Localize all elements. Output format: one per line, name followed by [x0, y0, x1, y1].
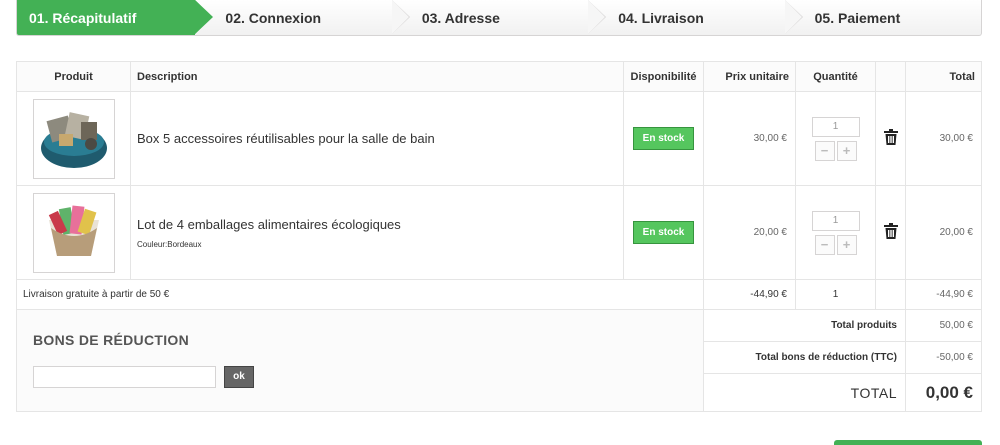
unit-price: 30,00 € — [703, 91, 796, 186]
shipping-quantity: 1 — [795, 279, 876, 310]
minus-icon[interactable]: − — [814, 140, 835, 161]
step-summary[interactable]: 01. Récapitulatif — [17, 0, 214, 35]
plus-icon[interactable]: + — [836, 234, 857, 255]
total-products-value: 50,00 € — [905, 309, 982, 342]
trash-icon[interactable] — [883, 129, 898, 148]
step-address[interactable]: 03. Adresse — [392, 0, 607, 35]
header-availability: Disponibilité — [623, 61, 704, 92]
step-login[interactable]: 02. Connexion — [195, 0, 410, 35]
stock-badge: En stock — [632, 127, 695, 150]
header-product: Produit — [16, 61, 131, 92]
quantity-input[interactable]: 1 — [811, 116, 860, 137]
table-row: Lot de 4 emballages alimentaires écologi… — [16, 185, 982, 280]
header-quantity: Quantité — [795, 61, 876, 92]
step-payment[interactable]: 05. Paiement — [785, 0, 981, 35]
step-label: 04. Livraison — [618, 9, 704, 26]
step-arrow — [391, 0, 409, 34]
step-label: 02. Connexion — [225, 9, 322, 26]
product-attribute: Couleur:Bordeaux — [137, 239, 202, 249]
checkout-steps: 01. Récapitulatif 02. Connexion 03. Adre… — [16, 0, 982, 36]
shipping-row: Livraison gratuite à partir de 50 € -44,… — [16, 279, 982, 310]
quantity-input[interactable]: 1 — [811, 210, 860, 231]
shipping-total: -44,90 € — [905, 279, 982, 310]
table-header: Produit Description Disponibilité Prix u… — [16, 61, 982, 92]
header-delete — [875, 61, 906, 92]
unit-price: 20,00 € — [703, 185, 796, 280]
product-name[interactable]: Box 5 accessoires réutilisables pour la … — [137, 131, 623, 146]
shipping-price: -44,90 € — [703, 279, 796, 310]
summary-row: Bons de réduction ok Total produits 50,0… — [16, 309, 982, 412]
step-arrow — [195, 0, 213, 34]
proceed-button[interactable] — [834, 440, 982, 445]
shipping-label: Livraison gratuite à partir de 50 € — [16, 279, 704, 310]
voucher-form: ok — [33, 366, 687, 388]
grand-total-value: 0,00 € — [905, 373, 982, 412]
step-label: 01. Récapitulatif — [29, 9, 137, 26]
stock-badge: En stock — [632, 221, 695, 244]
voucher-code-input[interactable] — [33, 366, 216, 388]
header-total: Total — [905, 61, 982, 92]
table-row: Box 5 accessoires réutilisables pour la … — [16, 91, 982, 186]
header-unit-price: Prix unitaire — [703, 61, 796, 92]
header-description: Description — [130, 61, 624, 92]
product-name[interactable]: Lot de 4 emballages alimentaires écologi… — [137, 217, 623, 232]
line-total: 30,00 € — [905, 91, 982, 186]
product-image-bathroom-box[interactable] — [32, 98, 115, 179]
voucher-submit-button[interactable]: ok — [224, 366, 254, 388]
step-arrow — [784, 0, 802, 34]
cart-table: Produit Description Disponibilité Prix u… — [16, 61, 982, 412]
voucher-block: Bons de réduction ok — [16, 309, 704, 412]
product-image-food-wraps[interactable] — [32, 192, 115, 273]
grand-total-label: TOTAL — [703, 373, 906, 412]
trash-icon[interactable] — [883, 223, 898, 242]
total-products-label: Total produits — [703, 309, 906, 342]
step-arrow — [588, 0, 606, 34]
total-vouchers-label: Total bons de réduction (TTC) — [703, 341, 906, 374]
line-total: 20,00 € — [905, 185, 982, 280]
step-shipping[interactable]: 04. Livraison — [588, 0, 803, 35]
minus-icon[interactable]: − — [814, 234, 835, 255]
step-label: 03. Adresse — [421, 9, 500, 26]
total-vouchers-value: -50,00 € — [905, 341, 982, 374]
voucher-title: Bons de réduction — [33, 332, 189, 348]
step-label: 05. Paiement — [814, 9, 901, 26]
plus-icon[interactable]: + — [836, 140, 857, 161]
